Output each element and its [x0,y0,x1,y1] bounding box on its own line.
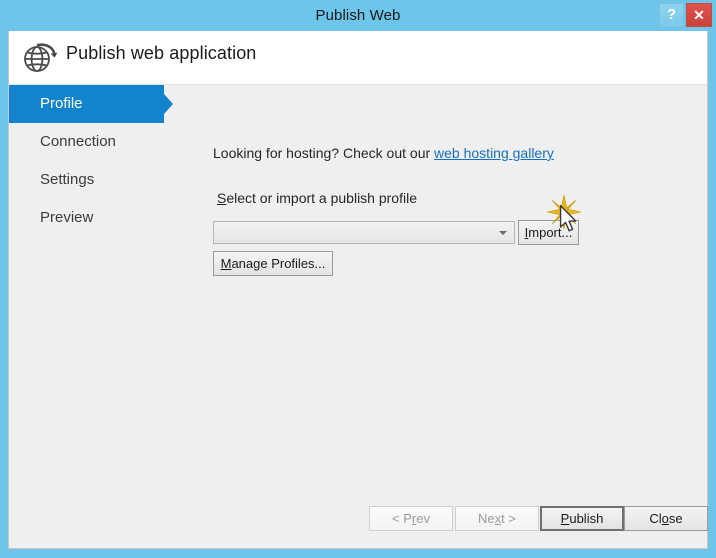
close-button-pre: Cl [649,511,662,526]
wizard-step-nav: Profile Connection Settings Preview [9,85,199,548]
manage-profiles-button[interactable]: Manage Profiles... [213,251,333,276]
page-title: Publish web application [66,43,257,63]
import-button[interactable]: Import... [518,220,579,245]
dialog-client-area: Publish web application Profile Connecti… [8,31,708,549]
prev-button-pre: < P [392,511,412,526]
web-hosting-gallery-link[interactable]: web hosting gallery [434,145,554,161]
profile-field-label: Select or import a publish profile [217,190,417,206]
sidebar-item-preview[interactable]: Preview [9,199,199,237]
import-button-label: mport... [528,225,573,240]
globe-publish-icon [21,39,59,77]
sidebar-item-label: Preview [40,209,94,226]
close-button[interactable]: Close [624,506,708,531]
profile-step-pane: Looking for hosting? Check out our web h… [199,85,707,548]
sidebar-item-profile[interactable]: Profile [9,85,173,123]
profile-label-rest: elect or import a publish profile [226,190,417,206]
close-button-post: se [668,511,683,526]
hosting-prompt-text: Looking for hosting? Check out our [213,145,435,161]
next-button-post: t > [501,511,516,526]
sidebar-item-label: Profile [40,95,83,112]
publish-button-post: ublish [569,511,604,526]
close-button-accesskey: o [661,511,669,526]
sidebar-item-connection[interactable]: Connection [9,123,199,161]
title-bar: Publish Web ? ✕ [0,0,716,31]
manage-profiles-accesskey: M [220,256,232,271]
chevron-down-icon [499,231,507,235]
help-button[interactable]: ? [659,3,684,27]
hosting-prompt: Looking for hosting? Check out our web h… [213,145,554,161]
next-button[interactable]: Next > [455,506,539,531]
dialog-footer: < Prev Next > Publish Close [9,490,708,548]
window-title: Publish Web [315,7,401,24]
sidebar-item-label: Connection [40,133,116,150]
manage-profiles-label: anage Profiles... [231,256,326,271]
sidebar-item-label: Settings [40,171,95,188]
sidebar-item-settings[interactable]: Settings [9,161,199,199]
publish-button[interactable]: Publish [540,506,624,531]
close-window-button[interactable]: ✕ [686,3,712,27]
publish-profile-combobox[interactable] [213,221,515,244]
dialog-header: Publish web application [9,31,707,85]
prev-button-post: ev [416,511,430,526]
prev-button[interactable]: < Prev [369,506,453,531]
next-button-pre: Ne [478,511,495,526]
profile-label-accesskey: S [217,190,227,206]
publish-web-dialog: Publish Web ? ✕ Publish web application … [0,0,716,558]
